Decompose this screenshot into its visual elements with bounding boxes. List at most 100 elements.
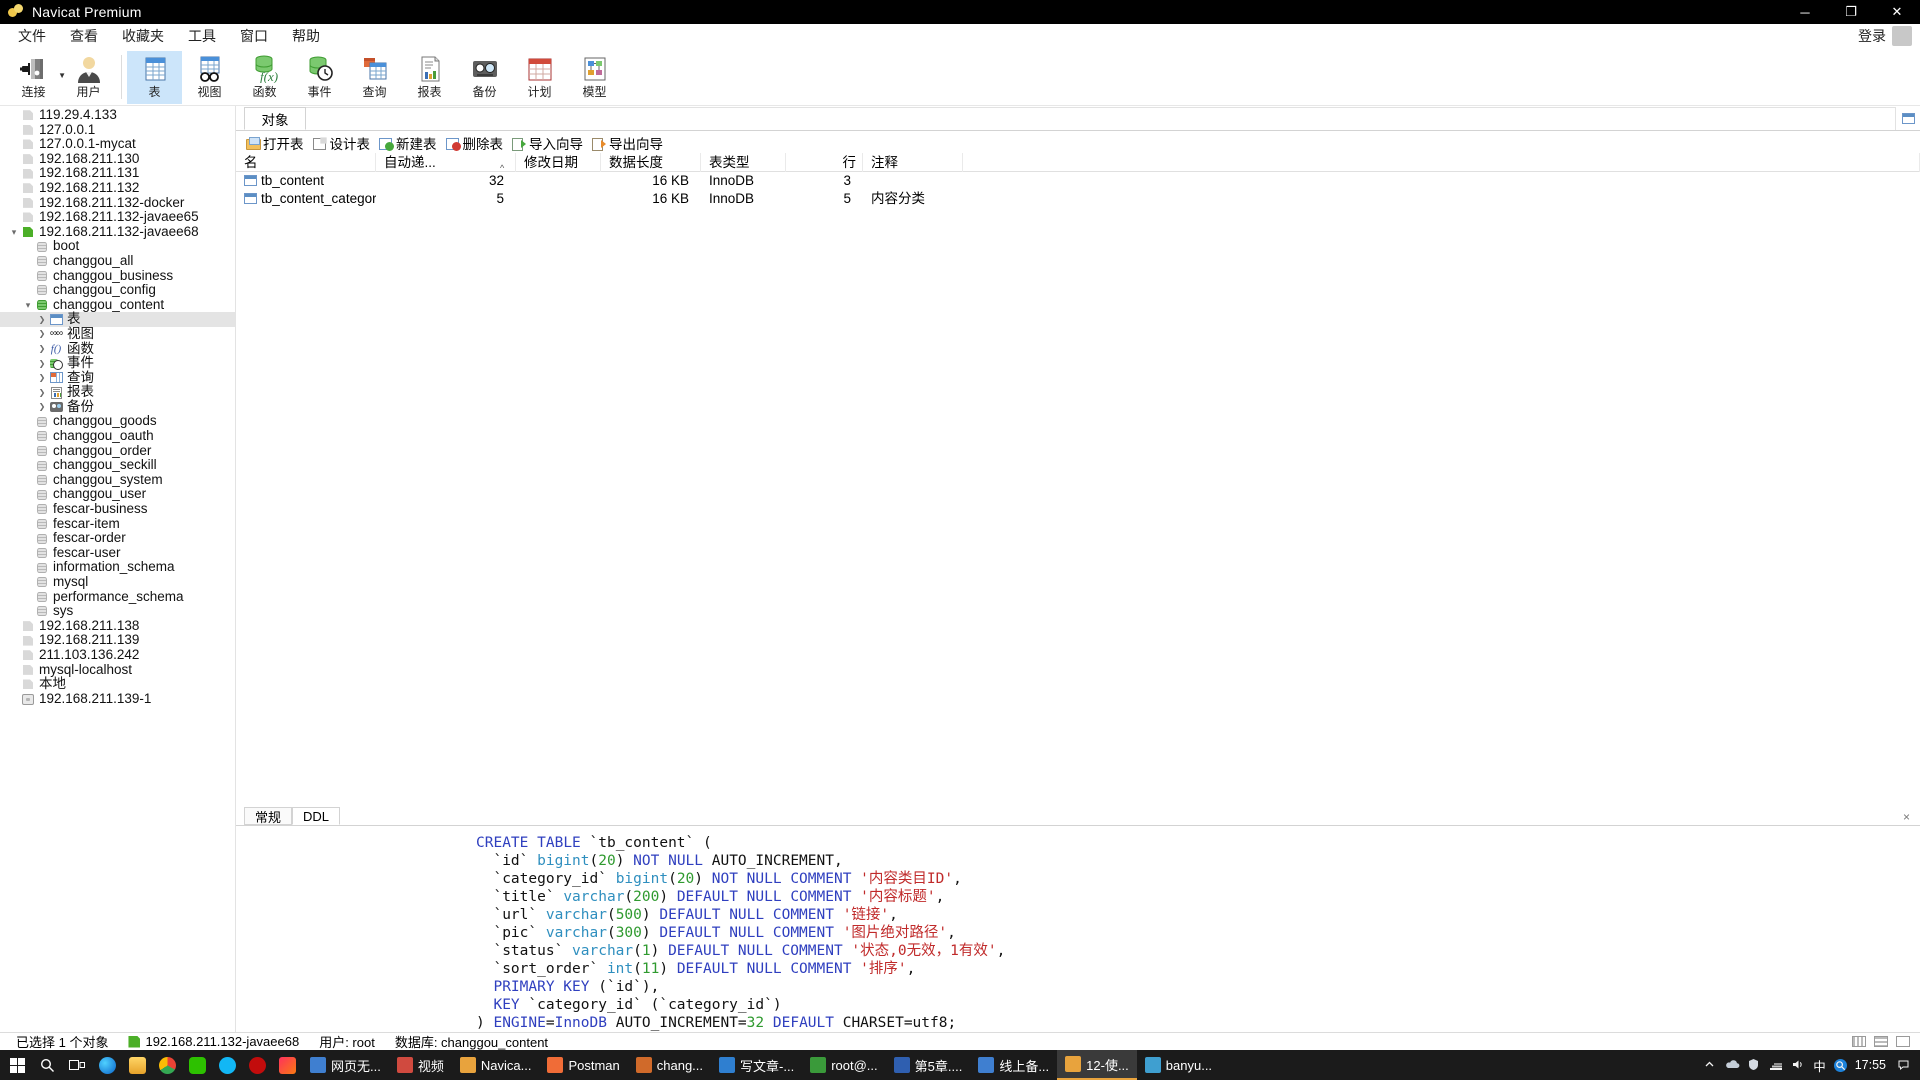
tree-node[interactable]: changgou_business xyxy=(0,268,235,284)
tree-node[interactable]: changgou_config xyxy=(0,283,235,298)
object-bar-table-icon[interactable] xyxy=(1896,107,1920,130)
tree-node[interactable]: changgou_system xyxy=(0,472,235,488)
music-icon[interactable] xyxy=(242,1050,272,1080)
detail-tab-general[interactable]: 常规 xyxy=(244,807,293,825)
tree-node[interactable]: 192.168.211.130 xyxy=(0,151,235,167)
toolbar-view[interactable]: 视图 xyxy=(182,51,237,104)
action-import-wizard[interactable]: 导入向导 xyxy=(510,132,590,154)
tree-node[interactable]: 211.103.136.242 xyxy=(0,647,235,663)
chevron-right-icon[interactable] xyxy=(36,370,48,386)
tree-node[interactable]: boot xyxy=(0,239,235,254)
toolbar-event[interactable]: 事件 xyxy=(292,51,347,104)
tree-node[interactable]: 192.168.211.132-docker xyxy=(0,195,235,211)
chevron-down-icon[interactable] xyxy=(22,298,34,313)
toolbar-model[interactable]: 模型 xyxy=(567,51,622,104)
detail-view-icon[interactable] xyxy=(1896,1036,1910,1047)
tree-node[interactable]: 表 xyxy=(0,312,235,327)
tree-node[interactable]: changgou_all xyxy=(0,253,235,269)
table-row[interactable]: tb_content 32 16 KB InnoDB 3 xyxy=(236,172,1920,190)
ddl-code-view[interactable]: CREATE TABLE `tb_content` ( `id` bigint(… xyxy=(236,826,1920,1032)
action-new-table[interactable]: 新建表 xyxy=(377,132,444,154)
col-header-data-length[interactable]: 数据长度 xyxy=(601,152,701,172)
chevron-right-icon[interactable] xyxy=(36,385,48,401)
chevron-up-icon[interactable] xyxy=(1703,1058,1718,1073)
tree-node[interactable]: 192.168.211.138 xyxy=(0,618,235,634)
toolbar-table[interactable]: 表 xyxy=(127,51,182,104)
object-grid[interactable]: tb_content 32 16 KB InnoDB 3 tb_content_categ… xyxy=(236,172,1920,207)
wechat-icon[interactable] xyxy=(182,1050,212,1080)
tree-node[interactable]: changgou_oauth xyxy=(0,428,235,444)
tree-node[interactable]: fescar-business xyxy=(0,501,235,517)
table-row[interactable]: tb_content_category 5 16 KB InnoDB 5 内容分类 xyxy=(236,190,1920,208)
search-tray-icon[interactable] xyxy=(1833,1058,1848,1073)
tree-node[interactable]: changgou_order xyxy=(0,443,235,459)
taskbar-item[interactable]: 视频 xyxy=(389,1050,452,1080)
tree-node[interactable]: 本地 xyxy=(0,677,235,692)
detail-tab-ddl[interactable]: DDL xyxy=(292,807,341,825)
avatar[interactable] xyxy=(1892,26,1912,46)
list-view-icon[interactable] xyxy=(1874,1036,1888,1047)
menu-item-tools[interactable]: 工具 xyxy=(176,24,228,48)
tree-node[interactable]: 事件 xyxy=(0,355,235,372)
taskbar-item[interactable]: Navica... xyxy=(452,1050,540,1080)
qq-icon[interactable] xyxy=(212,1050,242,1080)
tree-node[interactable]: 报表 xyxy=(0,385,235,400)
toolbar-user[interactable]: 用户 xyxy=(61,51,116,104)
tree-node[interactable]: 192.168.211.132-javaee65 xyxy=(0,210,235,225)
menu-item-file[interactable]: 文件 xyxy=(6,24,58,48)
toolbar-report[interactable]: 报表 xyxy=(402,51,457,104)
tree-node[interactable]: changgou_content xyxy=(0,297,235,313)
minimize-button[interactable]: ─ xyxy=(1782,0,1828,24)
tree-node[interactable]: 备份 xyxy=(0,399,235,415)
onedrive-icon[interactable] xyxy=(1725,1058,1740,1073)
chevron-right-icon[interactable] xyxy=(36,341,48,357)
grid-view-icon[interactable] xyxy=(1852,1036,1866,1047)
taskbar-item[interactable]: 12-使... xyxy=(1057,1050,1137,1080)
clock[interactable]: 17:55 xyxy=(1855,1058,1890,1072)
tree-node[interactable]: 192.168.211.132-javaee68 xyxy=(0,224,235,240)
taskbar-item[interactable]: Postman xyxy=(539,1050,627,1080)
taskbar-item[interactable]: 线上备... xyxy=(970,1050,1057,1080)
taskbar-item[interactable]: 网页无... xyxy=(302,1050,389,1080)
toolbar-connection[interactable]: 连接 ▼ xyxy=(6,51,66,104)
chrome-icon[interactable] xyxy=(152,1050,182,1080)
tree-node[interactable]: fescar-order xyxy=(0,531,235,546)
col-header-name[interactable]: 名 xyxy=(236,152,376,172)
col-header-auto-increment[interactable]: 自动递... xyxy=(376,152,516,172)
chevron-right-icon[interactable] xyxy=(36,356,48,372)
action-design-table[interactable]: 设计表 xyxy=(311,132,378,154)
connection-tree[interactable]: 119.29.4.133 127.0.0.1 127.0.0.1-mycat 192.… xyxy=(0,106,236,1032)
tree-node[interactable]: 192.168.211.139-1 xyxy=(0,691,235,707)
tree-node[interactable]: f() 函数 xyxy=(0,341,235,357)
tree-node[interactable]: 127.0.0.1-mycat xyxy=(0,137,235,152)
tree-node[interactable]: changgou_seckill xyxy=(0,458,235,473)
ime-indicator[interactable]: 中 xyxy=(1813,1056,1826,1075)
search-icon[interactable] xyxy=(32,1050,62,1080)
idea-icon[interactable] xyxy=(272,1050,302,1080)
maximize-button[interactable]: ❐ xyxy=(1828,0,1874,24)
tree-node[interactable]: changgou_goods xyxy=(0,414,235,429)
close-button[interactable]: ✕ xyxy=(1874,0,1920,24)
chevron-down-icon[interactable] xyxy=(8,225,20,240)
folder-icon[interactable] xyxy=(122,1050,152,1080)
toolbar-query[interactable]: 查询 xyxy=(347,51,402,104)
tab-objects[interactable]: 对象 xyxy=(244,107,306,130)
col-header-modified[interactable]: 修改日期 xyxy=(516,152,601,172)
chevron-right-icon[interactable] xyxy=(36,399,48,415)
tree-node[interactable]: fescar-user xyxy=(0,545,235,561)
menu-item-window[interactable]: 窗口 xyxy=(228,24,280,48)
shield-icon[interactable] xyxy=(1747,1058,1762,1073)
menu-item-view[interactable]: 查看 xyxy=(58,24,110,48)
menu-item-help[interactable]: 帮助 xyxy=(280,24,332,48)
tree-node[interactable]: 查询 xyxy=(0,370,235,386)
tree-node[interactable]: 127.0.0.1 xyxy=(0,122,235,138)
taskbar-item[interactable]: root@... xyxy=(802,1050,885,1080)
col-header-engine[interactable]: 表类型 xyxy=(701,152,786,172)
menu-item-favorites[interactable]: 收藏夹 xyxy=(110,24,176,48)
edge-icon[interactable] xyxy=(92,1050,122,1080)
notification-icon[interactable] xyxy=(1897,1058,1912,1073)
action-open-table[interactable]: 打开表 xyxy=(244,132,311,154)
network-icon[interactable] xyxy=(1769,1058,1784,1073)
tree-node[interactable]: 192.168.211.131 xyxy=(0,166,235,181)
tree-node[interactable]: 119.29.4.133 xyxy=(0,107,235,123)
